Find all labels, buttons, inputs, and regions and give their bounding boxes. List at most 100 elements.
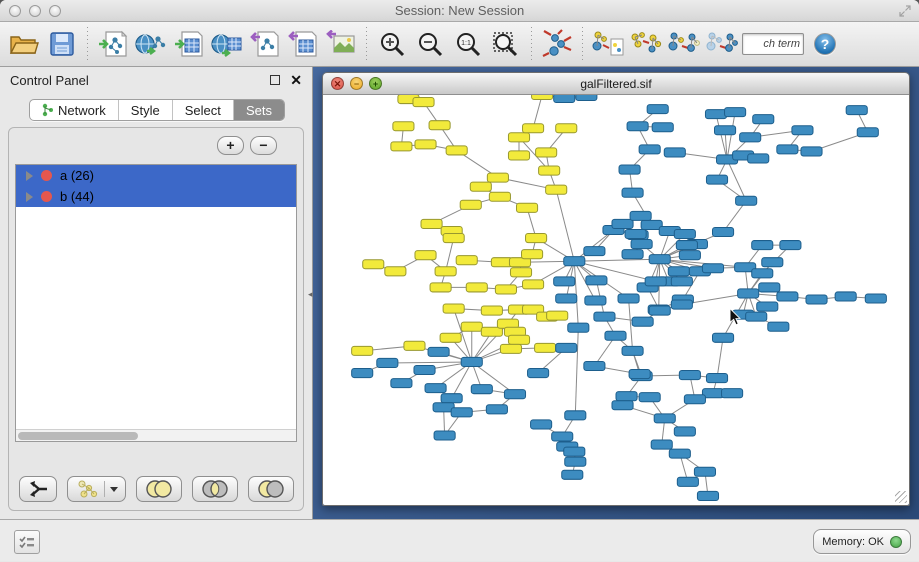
- panel-collapse-handle[interactable]: ◂: [308, 289, 313, 300]
- create-set-from-network-button[interactable]: [67, 476, 126, 502]
- network-window[interactable]: ✕ − + galFiltered.sif: [322, 72, 910, 506]
- fullscreen-icon[interactable]: [899, 5, 911, 17]
- sets-panel: + − a (26) b (44): [8, 127, 304, 511]
- fork-arrows-icon: [27, 479, 49, 499]
- network-tree-icon: [42, 103, 54, 117]
- toolbar-separator: [582, 27, 583, 61]
- import-network-globe-icon: [135, 30, 167, 58]
- union-networks-icon: [629, 29, 663, 59]
- union-sets-button[interactable]: [136, 476, 182, 502]
- memory-status-label: Memory: OK: [822, 536, 884, 548]
- yellow-network-icon: [75, 479, 99, 499]
- intersect-networks-button[interactable]: [666, 26, 702, 62]
- export-table-button[interactable]: [285, 26, 321, 62]
- open-session-button[interactable]: [6, 26, 42, 62]
- zoom-in-button[interactable]: [374, 26, 410, 62]
- export-image-button[interactable]: [323, 26, 359, 62]
- search-input[interactable]: ch term: [742, 33, 804, 55]
- set-dot-icon: [41, 191, 52, 202]
- open-folder-icon: [9, 31, 39, 57]
- task-list-icon: [19, 535, 35, 549]
- network-window-titlebar[interactable]: ✕ − + galFiltered.sif: [323, 73, 909, 95]
- export-network-button[interactable]: [247, 26, 283, 62]
- question-mark-icon: ?: [821, 36, 830, 52]
- tab-sets[interactable]: Sets: [234, 100, 284, 120]
- sets-list[interactable]: a (26) b (44): [15, 164, 297, 442]
- button-divider: [104, 481, 105, 497]
- add-set-button[interactable]: +: [217, 136, 244, 155]
- zoom-one-to-one-icon: 1:1: [455, 31, 481, 57]
- apply-layout-icon: [541, 29, 573, 59]
- venn-intersection-icon: [200, 479, 230, 499]
- intersect-sets-button[interactable]: [192, 476, 238, 502]
- save-session-button[interactable]: [44, 26, 80, 62]
- import-network-file-button[interactable]: [95, 26, 131, 62]
- export-table-icon: [288, 30, 318, 58]
- close-network-icon[interactable]: ✕: [331, 77, 344, 90]
- split-set-button[interactable]: [19, 476, 57, 502]
- status-bar: Memory: OK: [0, 519, 919, 561]
- diff-networks-icon: [591, 29, 625, 59]
- svg-text:1:1: 1:1: [461, 40, 471, 47]
- import-network-file-icon: [98, 30, 128, 58]
- subtract-sets-button[interactable]: [248, 476, 294, 502]
- venn-difference-icon: [256, 479, 286, 499]
- maximize-network-icon[interactable]: +: [369, 77, 382, 90]
- intersect-networks-icon: [667, 29, 701, 59]
- diff-networks-button[interactable]: [590, 26, 626, 62]
- set-dot-icon: [41, 170, 52, 181]
- apply-layout-button[interactable]: [539, 26, 575, 62]
- tab-label: Sets: [246, 103, 272, 118]
- set-label: b (44): [60, 189, 94, 204]
- set-list-item[interactable]: b (44): [16, 186, 296, 207]
- union-networks-button[interactable]: [628, 26, 664, 62]
- control-panel: Control Panel ✕ Network Style Select Sets +…: [0, 67, 313, 519]
- close-panel-icon[interactable]: ✕: [290, 75, 302, 85]
- floppy-disk-icon: [49, 31, 75, 57]
- memory-status-button[interactable]: Memory: OK: [813, 529, 911, 554]
- remove-set-button[interactable]: −: [250, 136, 277, 155]
- zoom-in-icon: [379, 31, 405, 57]
- float-panel-icon[interactable]: [270, 75, 280, 85]
- help-button[interactable]: ?: [814, 33, 836, 55]
- expand-triangle-icon[interactable]: [26, 171, 33, 181]
- control-panel-title: Control Panel: [10, 73, 270, 88]
- task-history-button[interactable]: [14, 530, 40, 554]
- export-network-icon: [250, 30, 280, 58]
- zoom-fit-button[interactable]: 1:1: [450, 26, 486, 62]
- resize-grip[interactable]: [895, 491, 907, 503]
- zoom-out-icon: [417, 31, 443, 57]
- scrollbar-thumb[interactable]: [18, 432, 138, 440]
- set-list-item[interactable]: a (26): [16, 165, 296, 186]
- app-window: Session: New Session: [0, 0, 919, 562]
- toolbar-separator: [531, 27, 532, 61]
- chevron-down-icon[interactable]: [110, 487, 118, 492]
- network-canvas[interactable]: [323, 95, 909, 505]
- zoom-selected-button[interactable]: [488, 26, 524, 62]
- subtract-networks-button[interactable]: [704, 26, 740, 62]
- network-window-title: galFiltered.sif: [580, 77, 651, 91]
- toolbar-separator: [87, 27, 88, 61]
- expand-triangle-icon[interactable]: [26, 192, 33, 202]
- horizontal-scrollbar[interactable]: [16, 429, 296, 441]
- window-titlebar: Session: New Session: [0, 0, 919, 22]
- main-toolbar: 1:1 ch term ?: [0, 22, 919, 67]
- subtract-networks-icon: [705, 29, 739, 59]
- memory-ok-indicator: [890, 536, 902, 548]
- import-table-file-button[interactable]: [171, 26, 207, 62]
- window-title: Session: New Session: [0, 3, 919, 18]
- tab-select[interactable]: Select: [173, 100, 234, 120]
- import-network-url-button[interactable]: [133, 26, 169, 62]
- tab-network[interactable]: Network: [30, 100, 119, 120]
- zoom-selected-icon: [492, 31, 520, 57]
- minimize-network-icon[interactable]: −: [350, 77, 363, 90]
- zoom-out-button[interactable]: [412, 26, 448, 62]
- import-table-url-button[interactable]: [209, 26, 245, 62]
- control-panel-tabs: Network Style Select Sets: [29, 99, 285, 121]
- import-table-file-icon: [174, 30, 204, 58]
- tab-label: Style: [131, 103, 160, 118]
- tab-label: Select: [185, 103, 221, 118]
- toolbar-separator: [366, 27, 367, 61]
- tab-style[interactable]: Style: [119, 100, 173, 120]
- set-label: a (26): [60, 168, 94, 183]
